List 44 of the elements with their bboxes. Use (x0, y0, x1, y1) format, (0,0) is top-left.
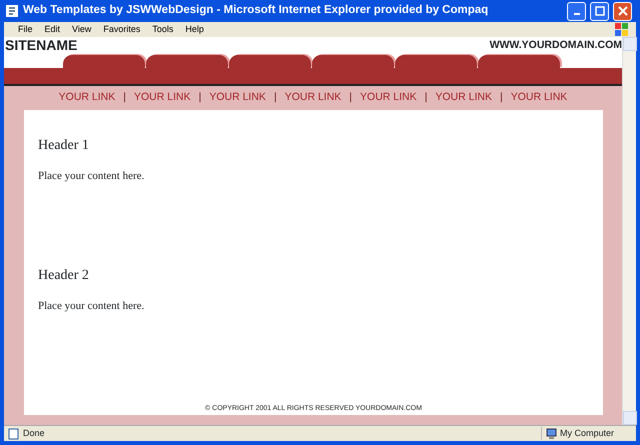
tab[interactable] (312, 55, 394, 68)
section-header: Header 2 (38, 267, 90, 285)
close-icon (618, 6, 628, 16)
nav-link[interactable]: YOUR LINK (435, 90, 492, 106)
maximize-button[interactable] (590, 2, 609, 20)
nav-link[interactable]: YOUR LINK (58, 90, 116, 106)
tab[interactable] (146, 55, 228, 68)
app-icon (5, 4, 19, 18)
minimize-button[interactable] (567, 2, 586, 20)
menu-item[interactable]: Favorites (103, 22, 140, 36)
menu-item[interactable]: Tools (152, 22, 174, 36)
page-icon (8, 428, 19, 440)
window-title: Web Templates by JSWWebDesign - Microsoft Internet Explorer provided by Compaq (23, 3, 490, 18)
separator: | (123, 90, 126, 106)
site-name: SITENAME (4, 37, 78, 54)
close-button[interactable] (613, 2, 632, 20)
computer-icon (546, 428, 557, 440)
separator: | (500, 90, 503, 106)
minimize-icon (574, 13, 580, 15)
nav-link[interactable]: YOUR LINK (510, 90, 568, 106)
tab[interactable] (229, 55, 311, 68)
menu-item[interactable]: View (72, 22, 92, 36)
zone-text: My Computer (560, 426, 614, 440)
nav-link[interactable]: YOUR LINK (284, 90, 342, 106)
tab[interactable] (395, 55, 477, 68)
body-text: Place your content here. (38, 299, 146, 314)
separator: | (349, 90, 352, 106)
domain-text: WWW.YOURDOMAIN.COM (490, 38, 622, 52)
section-header: Header 1 (38, 137, 90, 155)
tab[interactable] (63, 55, 145, 68)
separator: | (198, 90, 202, 106)
nav-link[interactable]: YOUR LINK (134, 90, 191, 106)
menu-item[interactable]: Edit (44, 22, 60, 36)
menu-item[interactable]: Help (185, 22, 204, 36)
separator: | (424, 90, 428, 106)
windows-logo-icon (615, 23, 628, 36)
menu-item[interactable]: File (18, 22, 33, 36)
status-text: Done (23, 426, 45, 440)
body-text: Place your content here. (38, 169, 146, 184)
nav-link[interactable]: YOUR LINK (360, 90, 417, 106)
nav-link[interactable]: YOUR LINK (209, 90, 266, 106)
maximize-icon (594, 6, 604, 16)
separator: | (274, 90, 277, 106)
tab[interactable] (478, 55, 560, 68)
